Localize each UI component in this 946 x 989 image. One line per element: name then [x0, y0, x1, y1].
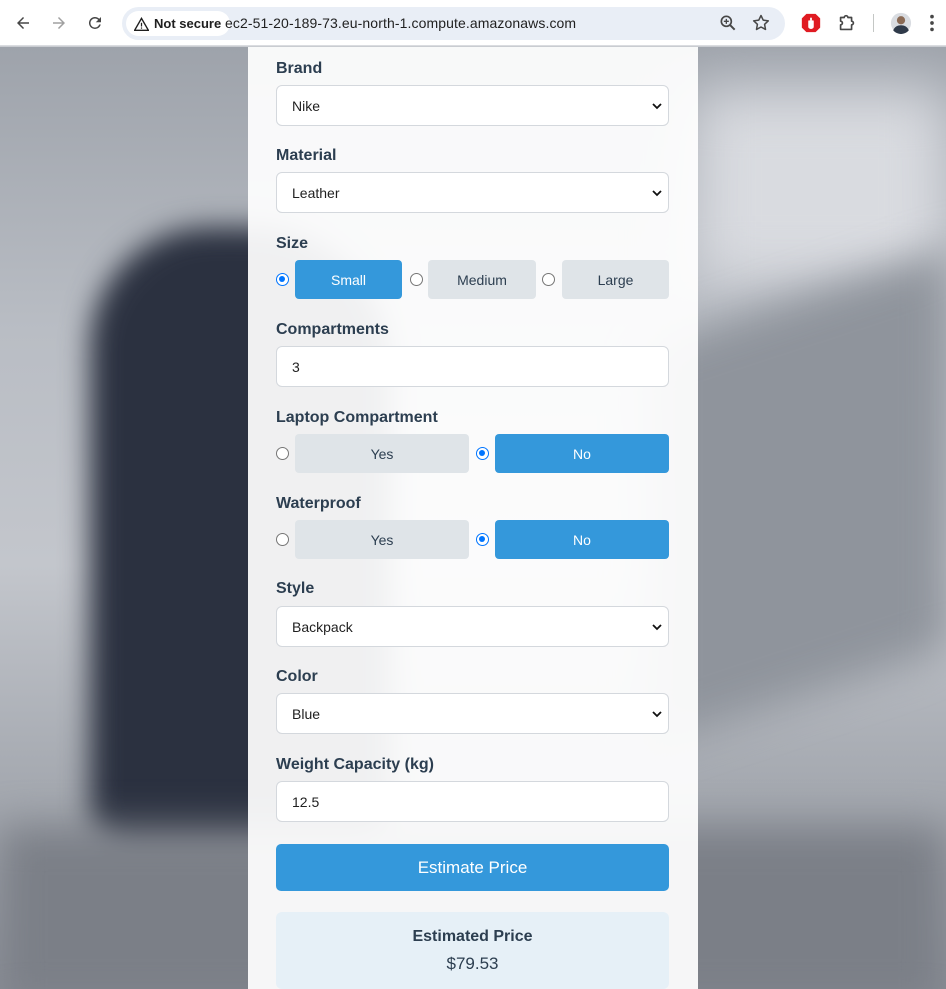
style-value: Backpack — [292, 618, 353, 635]
price-estimator-form: Brand Nike Material Leather Size Small M… — [248, 47, 698, 989]
chevron-down-icon — [652, 103, 662, 110]
profile-avatar[interactable] — [890, 12, 912, 34]
reload-icon[interactable] — [81, 9, 109, 37]
color-label: Color — [276, 668, 318, 685]
size-medium-radio[interactable] — [410, 273, 423, 286]
size-large-radio[interactable] — [542, 273, 555, 286]
chevron-down-icon — [652, 711, 662, 718]
result-title: Estimated Price — [412, 928, 533, 945]
size-large-option[interactable]: Large — [562, 260, 669, 299]
size-label: Size — [276, 235, 309, 252]
chevron-down-icon — [652, 190, 662, 197]
laptop-no-option[interactable]: No — [495, 434, 669, 473]
back-icon[interactable] — [9, 9, 37, 37]
brand-value: Nike — [292, 97, 321, 114]
url-text[interactable]: ec2-51-20-189-73.eu-north-1.compute.amaz… — [225, 15, 576, 31]
style-select[interactable]: Backpack — [276, 606, 669, 647]
forward-icon[interactable] — [45, 9, 73, 37]
toolbar-separator — [873, 14, 874, 32]
waterproof-yes-radio[interactable] — [276, 533, 289, 546]
security-label: Not secure — [154, 16, 222, 31]
waterproof-no-radio[interactable] — [476, 533, 489, 546]
warning-icon — [134, 16, 149, 31]
estimated-price-value: $79.53 — [446, 954, 499, 973]
brand-select[interactable]: Nike — [276, 85, 669, 126]
waterproof-no-option[interactable]: No — [495, 520, 669, 559]
compartments-input[interactable]: 3 — [276, 346, 669, 387]
laptop-yes-radio[interactable] — [276, 447, 289, 460]
extensions-puzzle-icon[interactable] — [836, 12, 858, 34]
brand-label: Brand — [276, 60, 323, 77]
chevron-down-icon — [652, 624, 662, 631]
compartments-label: Compartments — [276, 321, 389, 338]
browser-toolbar: Not secure ec2-51-20-189-73.eu-north-1.c… — [0, 0, 946, 46]
weight-capacity-input[interactable]: 12.5 — [276, 781, 669, 822]
adblock-extension-icon[interactable] — [800, 12, 822, 34]
security-chip[interactable]: Not secure — [126, 11, 231, 36]
material-label: Material — [276, 147, 337, 164]
color-select[interactable]: Blue — [276, 693, 669, 734]
laptop-yes-option[interactable]: Yes — [295, 434, 469, 473]
material-select[interactable]: Leather — [276, 172, 669, 213]
size-small-radio[interactable] — [276, 273, 289, 286]
more-menu-icon[interactable] — [924, 12, 940, 34]
bookmark-star-icon[interactable] — [751, 13, 771, 33]
size-small-option[interactable]: Small — [295, 260, 402, 299]
laptop-compartment-label: Laptop Compartment — [276, 409, 438, 426]
weight-capacity-label: Weight Capacity (kg) — [276, 756, 434, 773]
size-medium-option[interactable]: Medium — [428, 260, 536, 299]
result-panel: Estimated Price $79.53 — [276, 912, 669, 989]
color-value: Blue — [292, 705, 321, 722]
material-value: Leather — [292, 184, 340, 201]
zoom-icon[interactable] — [718, 13, 738, 33]
estimate-price-button[interactable]: Estimate Price — [276, 844, 669, 891]
address-bar[interactable]: Not secure ec2-51-20-189-73.eu-north-1.c… — [122, 7, 785, 40]
style-label: Style — [276, 580, 315, 597]
waterproof-label: Waterproof — [276, 495, 361, 512]
laptop-no-radio[interactable] — [476, 447, 489, 460]
waterproof-yes-option[interactable]: Yes — [295, 520, 469, 559]
